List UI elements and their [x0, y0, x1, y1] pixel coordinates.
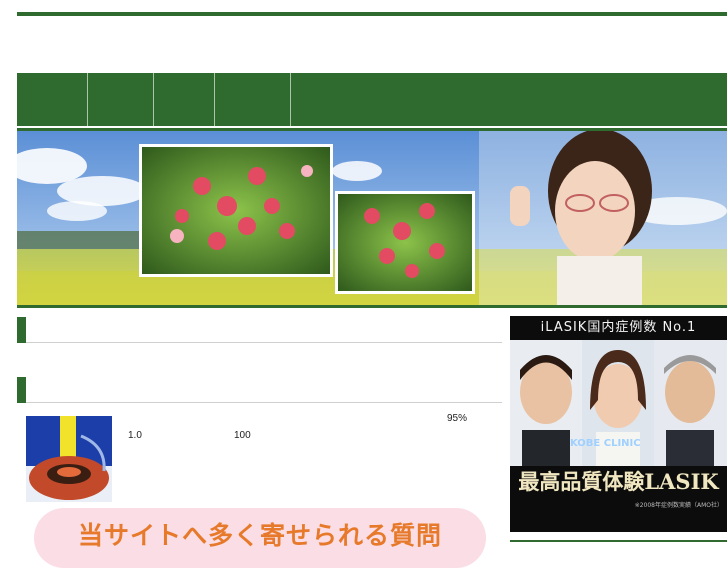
- stat-vision-value: 1.0: [128, 430, 142, 441]
- nav-tab-4[interactable]: [215, 73, 291, 126]
- top-nav: [17, 73, 727, 126]
- section-divider-1: [26, 342, 502, 343]
- hero-banner: [17, 131, 727, 305]
- stat-count-value: 100: [234, 430, 251, 441]
- hero-banner-image: [17, 131, 727, 305]
- banner-underline: [17, 305, 727, 308]
- top-rule: [17, 12, 727, 16]
- stat-rate-value: 95%: [447, 413, 468, 424]
- nav-tab-2[interactable]: [88, 73, 154, 126]
- nav-tab-3[interactable]: [154, 73, 215, 126]
- ad-footnote: ※2008年症例数実績（AMO社）: [634, 502, 723, 509]
- ad-underline: [510, 540, 727, 542]
- ad-headline: iLASIK国内症例数 No.1: [540, 320, 697, 335]
- section-divider-2: [26, 402, 502, 403]
- section-heading-marker-2: [17, 377, 26, 403]
- lasik-ad-banner[interactable]: iLASIK国内症例数 No.1 KOBE CLINIC 最高品質体験LASIK…: [510, 316, 727, 532]
- nav-tab-1[interactable]: [17, 73, 88, 126]
- ad-clinic-logo: KOBE CLINIC: [570, 438, 641, 449]
- section-heading-marker-1: [17, 317, 26, 343]
- eye-diagram-icon: [26, 416, 112, 502]
- faq-banner[interactable]: 当サイトへ多く寄せられる質問: [34, 508, 486, 568]
- faq-banner-label: 当サイトへ多く寄せられる質問: [77, 521, 442, 550]
- ad-tagline: 最高品質体験LASIK: [518, 469, 719, 494]
